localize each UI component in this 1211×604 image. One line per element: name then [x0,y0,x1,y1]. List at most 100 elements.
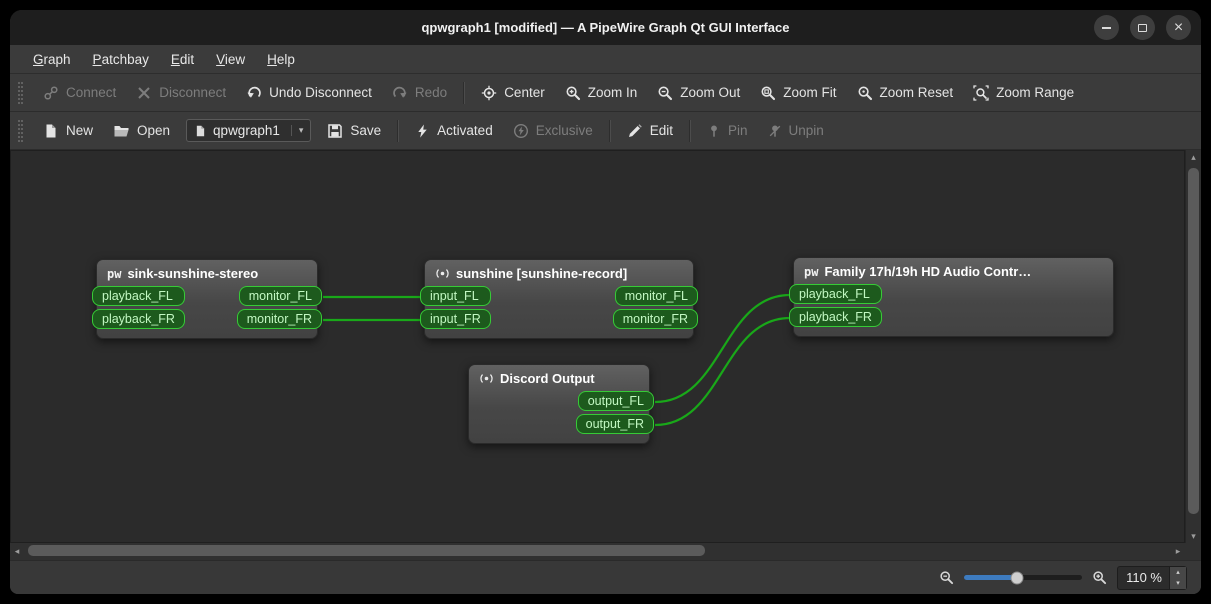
minimize-button[interactable] [1094,15,1119,40]
zoom-slider[interactable] [964,571,1083,584]
node-title: sink-sunshine-stereo [127,266,259,281]
scroll-down-arrow[interactable] [1186,529,1201,543]
port-input_FL[interactable]: input_FL [420,286,491,306]
connect-button[interactable]: Connect [35,80,124,106]
scroll-right-arrow[interactable] [1171,543,1185,560]
exclusive-toggle[interactable]: Exclusive [505,118,601,144]
open-folder-icon [114,125,129,136]
disconnect-button[interactable]: Disconnect [128,80,234,106]
zoom-fit-button[interactable]: Zoom Fit [752,80,844,106]
zoom-in-button[interactable]: Zoom In [557,80,646,106]
node-family[interactable]: pw Family 17h/19h HD Audio Contr… playback… [789,257,1114,337]
activated-toggle[interactable]: Activated [407,118,501,144]
zoom-range-button[interactable]: Zoom Range [965,80,1082,106]
port-playback_FL[interactable]: playback_FL [789,284,882,304]
new-label: New [66,123,94,138]
vertical-scroll-track[interactable] [1186,164,1201,529]
save-button[interactable]: Save [319,118,389,144]
center-button[interactable]: Center [473,80,553,106]
zoom-out-button[interactable]: Zoom Out [649,80,748,106]
port-output_FR[interactable]: output_FR [575,414,654,434]
vertical-scroll-thumb[interactable] [1188,167,1199,515]
toolbar-separator [397,119,400,142]
unpin-button[interactable]: Unpin [760,118,832,144]
undo-button[interactable]: Undo Disconnect [238,80,380,106]
toolbar-separator [689,119,691,142]
new-button[interactable]: New [35,118,101,144]
zoom-out-label: Zoom Out [680,85,741,100]
spin-up-button[interactable] [1170,566,1186,578]
application-icon [435,266,450,281]
port-monitor_FL[interactable]: monitor_FL [614,286,698,306]
zoom-in-label: Zoom In [587,85,638,100]
horizontal-scrollbar[interactable] [10,543,1185,560]
scroll-up-arrow[interactable] [1186,150,1201,164]
title-bar[interactable]: qpwgraph1 [modified] — A PipeWire Graph … [10,10,1201,45]
unpin-label: Unpin [788,123,824,138]
redo-button[interactable]: Redo [384,80,455,106]
port-monitor_FL[interactable]: monitor_FL [238,286,322,306]
graph-canvas[interactable]: pw sink-sunshine-stereo playback_FL playbac… [10,150,1185,543]
port-output_FL[interactable]: output_FL [577,391,654,411]
pin-button[interactable]: Pin [699,118,756,144]
toolbar-drag-handle[interactable] [18,119,23,142]
session-select[interactable]: qpwgraph1 [186,119,312,142]
unpin-icon [769,124,780,137]
undo-icon [247,86,261,98]
minimize-icon [1102,26,1111,29]
scroll-left-arrow[interactable] [10,543,24,560]
horizontal-scroll-track[interactable] [24,543,1171,560]
zoom-reset-button[interactable]: Zoom Reset [849,80,962,106]
port-input_FR[interactable]: input_FR [420,309,491,329]
zoom-out-small-icon[interactable] [939,570,954,585]
vertical-scrollbar[interactable] [1185,150,1201,543]
node-header: pw sink-sunshine-stereo [97,260,317,286]
zoom-in-icon [566,85,580,100]
session-file-icon [196,125,205,136]
session-select-value: qpwgraph1 [213,123,280,138]
maximize-icon [1138,23,1147,32]
menu-help[interactable]: Help [256,47,306,72]
zoom-in-small-icon[interactable] [1092,570,1107,585]
zoom-fit-label: Zoom Fit [783,85,837,100]
toolbar-drag-handle[interactable] [18,81,23,104]
node-discord[interactable]: Discord Output output_FL output_FR [468,364,654,444]
zoom-reset-icon [858,85,872,100]
edges-svg [322,293,791,427]
port-playback_FL[interactable]: playback_FL [92,286,185,306]
edit-toggle[interactable]: Edit [619,118,681,144]
maximize-button[interactable] [1130,15,1155,40]
pipewire-icon: pw [804,264,819,279]
port-monitor_FR[interactable]: monitor_FR [236,309,322,329]
open-button[interactable]: Open [105,118,178,144]
scrollbar-corner [1185,543,1201,560]
menu-patchbay[interactable]: Patchbay [82,47,160,72]
menu-bar: Graph Patchbay Edit View Help [10,45,1201,74]
save-icon [328,123,343,138]
port-playback_FR[interactable]: playback_FR [789,307,882,327]
zoom-spinbox[interactable]: 110 % [1117,565,1187,590]
session-toolbar: New Open qpwgraph1 Save Activated Exclus… [10,112,1201,150]
node-sunshine[interactable]: sunshine [sunshine-record] input_FL input_… [420,259,698,339]
horizontal-scroll-thumb[interactable] [28,545,705,556]
zoom-slider-handle[interactable] [1010,571,1024,584]
port-playback_FR[interactable]: playback_FR [92,309,185,329]
exclusive-icon [513,123,528,138]
spin-down-button[interactable] [1170,577,1186,589]
port-monitor_FR[interactable]: monitor_FR [612,309,698,329]
menu-graph[interactable]: Graph [22,47,82,72]
node-sink[interactable]: pw sink-sunshine-stereo playback_FLplaybac… [92,259,322,339]
menu-view[interactable]: View [205,47,256,72]
app-window: qpwgraph1 [modified] — A PipeWire Graph … [10,10,1201,594]
activated-label: Activated [437,123,493,138]
redo-label: Redo [414,85,448,100]
node-title: sunshine [sunshine-record] [456,266,628,281]
toolbar-separator [463,81,466,104]
node-title: Family 17h/19h HD Audio Contr… [824,264,1032,279]
center-icon [481,85,497,100]
close-button[interactable] [1166,15,1191,40]
zoom-range-icon [973,84,989,101]
window-title: qpwgraph1 [modified] — A PipeWire Graph … [421,20,790,35]
menu-edit[interactable]: Edit [160,47,205,72]
close-icon [1174,19,1183,37]
